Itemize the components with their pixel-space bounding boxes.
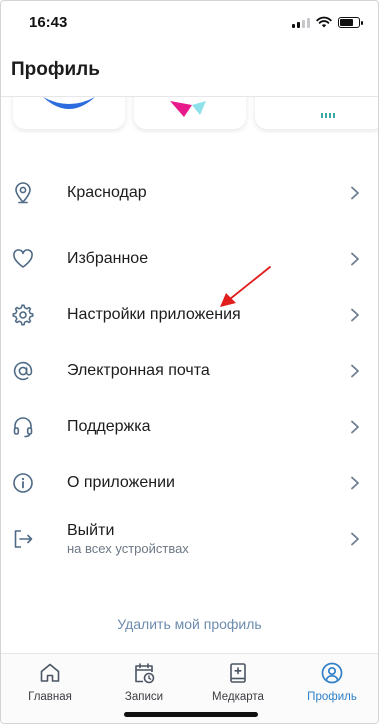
tab-label: Записи [124,691,164,703]
page-title: Профиль [11,59,100,80]
chevron-right-icon [351,420,359,434]
at-sign-icon [11,359,35,383]
chevron-right-icon [351,308,359,322]
menu-item-label: Электронная почта [67,362,210,379]
battery-icon [338,16,363,28]
cellular-signal-icon [292,17,310,28]
chevron-right-icon [351,186,359,200]
service-card[interactable] [13,97,125,129]
tab-profile[interactable]: Профиль [285,660,378,703]
calendar-clock-icon [131,660,157,686]
tab-medical-card[interactable]: Медкарта [191,660,285,703]
menu-item-sublabel: на всех устройствах [67,541,189,556]
status-bar: 16:43 [1,1,378,45]
home-icon [37,660,63,686]
card-illustration-icon [321,113,335,118]
menu-item-label: Настройки приложения [67,306,241,323]
chevron-right-icon [351,532,359,546]
delete-profile-link[interactable]: Удалить мой профиль [1,616,378,632]
menu-item-logout[interactable]: Выйти на всех устройствах [1,511,378,567]
tab-label: Главная [28,691,72,703]
gear-icon [11,303,35,327]
tab-home[interactable]: Главная [3,660,97,703]
menu-item-support[interactable]: Поддержка [1,399,378,455]
card-illustration-icon [43,97,95,109]
status-time: 16:43 [29,14,68,31]
menu-item-email[interactable]: Электронная почта [1,343,378,399]
menu-item-about[interactable]: О приложении [1,455,378,511]
heart-icon [11,247,35,271]
menu-item-city[interactable]: Краснодар [1,165,378,221]
menu-item-label: Поддержка [67,418,151,435]
chevron-right-icon [351,476,359,490]
chevron-right-icon [351,364,359,378]
status-icons [292,16,363,28]
menu-item-label: Выйти [67,522,115,539]
wifi-icon [316,16,332,28]
service-cards-strip [1,97,378,133]
chevron-right-icon [351,252,359,266]
card-illustration-icon [170,101,206,117]
service-card[interactable] [134,97,246,129]
phone-screen: 16:43 Профиль Краснодар Избранное Настро… [0,0,379,724]
menu-item-label: Избранное [67,250,149,267]
home-indicator [124,712,258,717]
logout-icon [11,527,35,551]
tab-appointments[interactable]: Записи [97,660,191,703]
info-icon [11,471,35,495]
location-pin-icon [11,181,35,205]
tab-label: Медкарта [212,691,264,703]
page-header: Профиль [11,59,100,81]
menu-item-app-settings[interactable]: Настройки приложения [1,287,378,343]
menu-item-label: Краснодар [67,184,147,201]
service-card[interactable] [255,97,378,129]
profile-icon [319,660,345,686]
menu-item-label: О приложении [67,474,175,491]
medical-book-icon [225,660,251,686]
headset-icon [11,415,35,439]
menu-item-favorites[interactable]: Избранное [1,231,378,287]
tab-label: Профиль [307,691,357,703]
